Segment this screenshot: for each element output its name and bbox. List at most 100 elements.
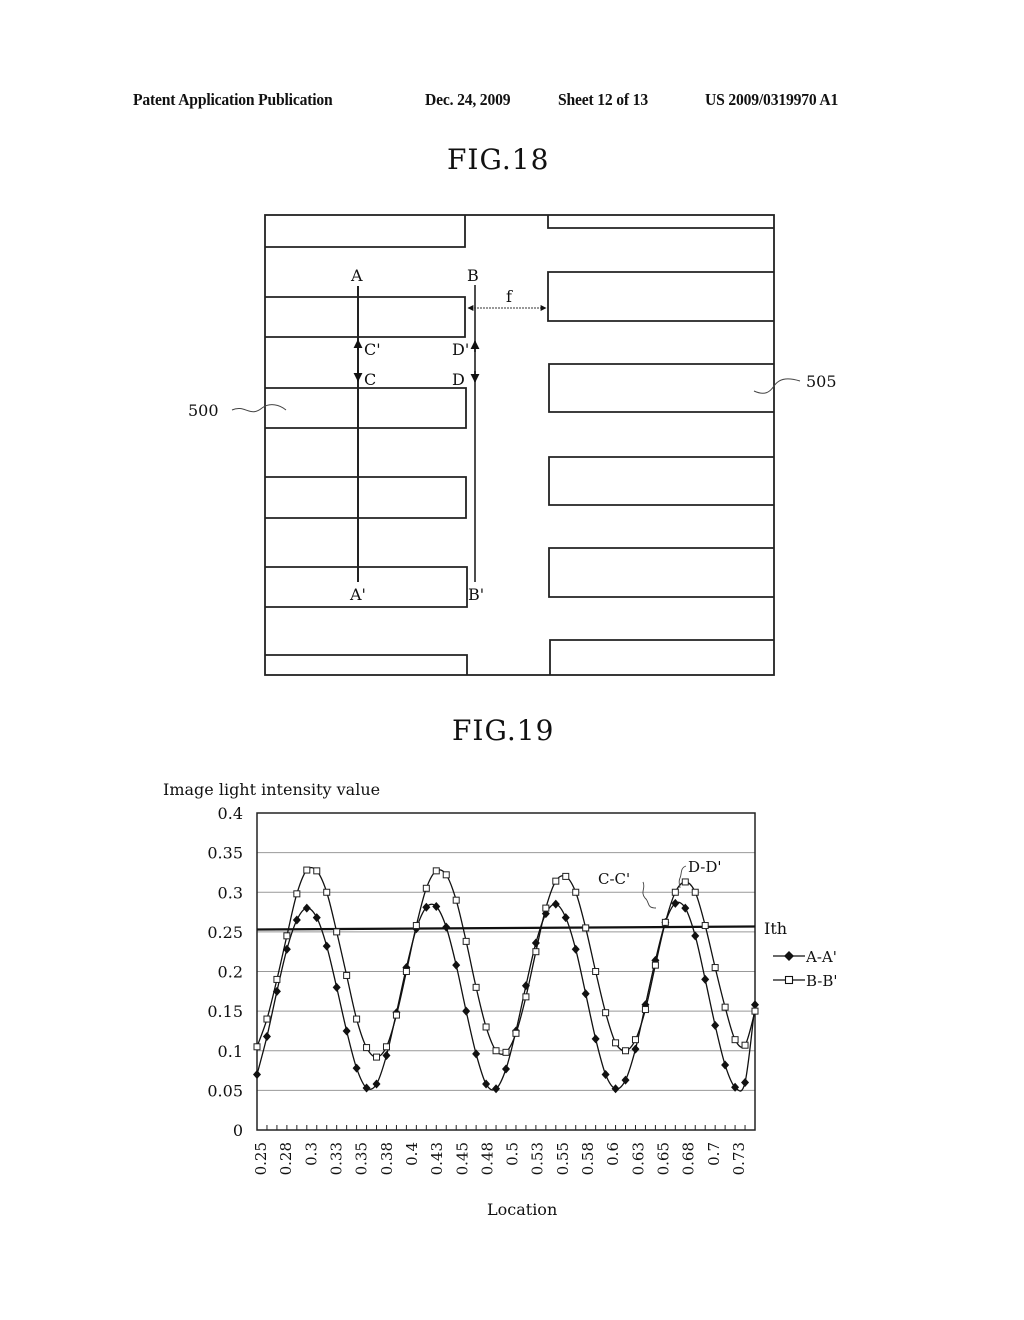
series-line-a [256,901,756,1092]
label-a: A [350,266,363,285]
series-line-b [256,866,756,1058]
data-point-b [572,888,580,896]
x-tick-label: 0.45 [453,1142,471,1175]
data-point-b [592,968,600,975]
data-point-b [602,1009,610,1017]
data-point-b [283,932,291,940]
label-b: B [467,266,479,285]
data-point-b [263,1015,271,1023]
x-tick-label: 0.28 [277,1142,295,1175]
data-point-b [432,867,440,875]
data-point-b [382,1043,390,1051]
right-pattern-finger [548,547,774,598]
data-point-a [711,1020,720,1030]
label-d-prime: D' [452,340,469,359]
data-point-b [661,918,669,926]
y-tick-label: 0.35 [207,844,243,863]
data-point-b [631,1036,639,1044]
data-point-b [392,1011,400,1019]
data-point-b [422,884,430,892]
label-a-prime: A' [349,585,366,604]
data-point-a [312,913,321,923]
data-point-a [262,1031,271,1041]
leader-500 [231,404,287,413]
data-point-b [671,888,679,896]
data-point-b [402,968,410,975]
threshold-line [256,925,756,931]
data-point-b [373,1053,381,1061]
data-point-b [412,922,420,930]
data-point-b [542,904,550,912]
data-point-b [452,896,460,904]
y-tick-label: 0.1 [218,1042,243,1061]
right-pattern-finger [547,271,774,322]
data-point-b [512,1029,520,1037]
x-tick-label: 0.53 [529,1142,547,1175]
y-tick-label: 0.3 [218,883,243,902]
data-point-b [462,937,470,945]
data-point-a [741,1077,750,1087]
x-tick-label: 0.38 [378,1142,396,1175]
legend-label-a: A-A' [805,948,837,966]
x-tick-label: 0.48 [478,1142,496,1175]
data-point-b [303,866,311,874]
label-c: C [364,370,376,389]
data-point-b [622,1047,630,1055]
data-point-a [721,1060,730,1070]
threshold-label: Ith [764,919,787,938]
data-point-a [581,989,590,999]
y-tick-label: 0 [233,1121,243,1140]
data-point-a [601,1070,610,1080]
data-point-b [323,888,331,896]
left-pattern-finger [265,654,468,675]
leader-505 [753,378,801,394]
data-point-a [701,974,710,984]
x-tick-label: 0.4 [403,1142,421,1166]
data-point-b [751,1007,759,1015]
data-point-a [502,1064,510,1074]
data-point-a [631,1044,640,1054]
right-pattern-finger [549,639,774,675]
y-tick-label: 0.2 [218,963,243,982]
fig18-diagram: A B f C' D' C D A' B' 500 505 [188,214,837,676]
right-pattern-finger [548,456,774,506]
data-point-b [562,872,570,880]
data-point-b [641,1006,649,1014]
x-tick-label: 0.3 [302,1142,320,1166]
label-b-prime: B' [468,585,484,604]
data-point-b [721,1003,729,1011]
x-axis-title: Location [487,1200,557,1219]
data-point-b [552,877,560,885]
x-tick-label: 0.43 [428,1142,446,1175]
data-point-b [333,928,341,936]
data-point-b [353,1015,361,1023]
data-point-b [741,1041,749,1049]
y-axis-title: Image light intensity value [163,780,380,799]
data-point-a [571,944,580,954]
data-point-a [442,922,451,932]
x-tick-label: 0.33 [327,1142,345,1175]
x-tick-label: 0.25 [252,1142,270,1175]
fig19-chart: Image light intensity value Location 0 0.… [163,780,838,1219]
annotation-cc-leader [642,881,657,909]
data-point-b [701,922,709,930]
data-point-b [313,867,321,875]
x-tick-label: 0.73 [730,1142,748,1175]
data-point-a [253,1070,261,1080]
data-point-b [502,1048,510,1056]
legend-marker-a [784,951,794,961]
data-point-b [492,1047,500,1055]
data-point-a [561,913,570,923]
x-tick-label: 0.65 [655,1142,673,1175]
left-pattern-finger [265,215,466,248]
data-point-b [253,1043,261,1051]
y-tick-label: 0.4 [218,804,243,823]
data-point-b [681,878,689,886]
data-point-b [532,948,540,956]
right-pattern-finger [548,363,774,413]
data-point-b [612,1039,620,1047]
y-tick-label: 0.15 [207,1002,243,1021]
x-tick-label: 0.7 [705,1142,723,1166]
x-tick-label: 0.68 [680,1142,698,1175]
x-tick-label: 0.55 [554,1142,572,1175]
